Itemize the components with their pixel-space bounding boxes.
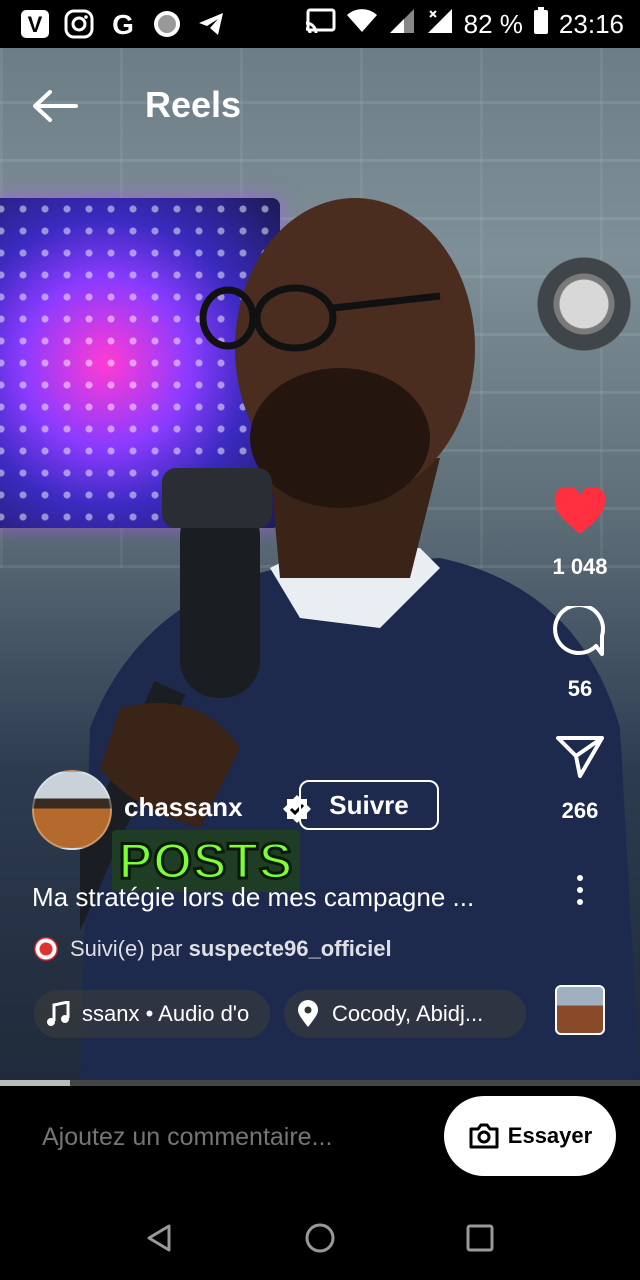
- avatar[interactable]: [32, 770, 112, 850]
- try-camera-button[interactable]: Essayer: [444, 1096, 616, 1176]
- followed-by-prefix: Suivi(e) par: [70, 936, 183, 961]
- nav-home-icon[interactable]: [296, 1214, 344, 1262]
- circle-app-icon: [152, 9, 182, 39]
- reels-header: Reels: [0, 48, 640, 158]
- svg-text:G: G: [112, 9, 134, 39]
- audio-chip[interactable]: ssanx • Audio d'o: [34, 990, 270, 1038]
- music-note-icon: [34, 990, 82, 1038]
- svg-text:V: V: [28, 12, 43, 37]
- share-count: 266: [561, 798, 599, 823]
- try-label: Essayer: [507, 1123, 593, 1148]
- v-app-icon: V: [20, 9, 50, 39]
- wifi-icon: [346, 8, 378, 41]
- follow-button[interactable]: Suivre: [299, 780, 439, 830]
- location-chip[interactable]: Cocody, Abidj...: [284, 990, 526, 1038]
- location-text: Cocody, Abidj...: [332, 1001, 484, 1026]
- signal-icon-2: [426, 7, 454, 42]
- cast-icon: [304, 7, 336, 42]
- system-nav-bar: [0, 1196, 640, 1280]
- username[interactable]: chassanx: [124, 792, 243, 823]
- google-icon: G: [108, 9, 138, 39]
- follower-avatar: [34, 937, 58, 961]
- page-title: Reels: [145, 84, 242, 125]
- status-bar: V G 82 % 23:16: [0, 0, 640, 48]
- comment-count: 56: [567, 676, 593, 701]
- audio-thumbnail[interactable]: [555, 985, 605, 1035]
- floating-assistive-button[interactable]: [534, 254, 634, 354]
- back-arrow-icon[interactable]: [30, 88, 80, 124]
- clock: 23:16: [558, 8, 624, 39]
- share-icon[interactable]: [552, 728, 608, 784]
- like-count: 1 048: [552, 554, 608, 579]
- battery-icon: [533, 6, 549, 42]
- comment-icon[interactable]: [552, 606, 608, 662]
- followed-by-user: suspecte96_officiel: [188, 936, 392, 961]
- comment-input[interactable]: [40, 1122, 424, 1153]
- nav-back-icon[interactable]: [136, 1214, 184, 1262]
- battery-percent: 82 %: [463, 8, 523, 39]
- signal-icon: [388, 7, 416, 42]
- telegram-icon: [196, 9, 226, 39]
- nav-recents-icon[interactable]: [456, 1214, 504, 1262]
- camera-icon: [469, 1123, 499, 1149]
- followed-by-row[interactable]: Suivi(e) par suspecte96_officiel: [34, 936, 392, 962]
- audio-text: ssanx • Audio d'o: [82, 1001, 250, 1026]
- comment-bar: Essayer: [0, 1086, 640, 1196]
- post-caption[interactable]: Ma stratégie lors de mes campagne ...: [32, 882, 474, 913]
- location-pin-icon: [284, 990, 332, 1038]
- instagram-icon: [64, 9, 94, 39]
- reel-actions: 1 048 56 266: [540, 484, 620, 910]
- like-heart-icon[interactable]: [552, 484, 608, 540]
- more-options-icon[interactable]: [560, 870, 600, 910]
